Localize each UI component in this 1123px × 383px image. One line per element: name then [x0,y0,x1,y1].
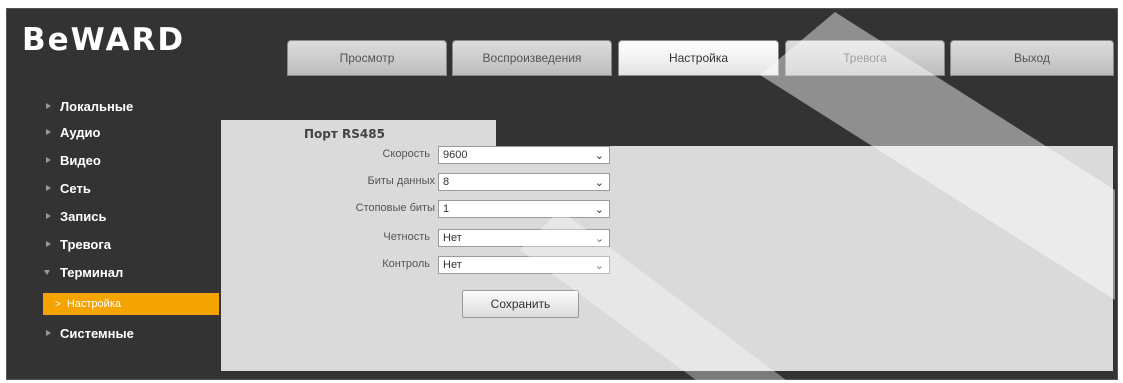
sidebar-item-terminal[interactable]: Терминал [40,258,220,286]
field-label: Стоповые биты [355,202,435,214]
sidebar-item-label: Аудио [60,124,101,140]
field-label: Биты данных [367,175,435,187]
chevron-right-icon [46,129,51,135]
chevron-right-icon [46,157,51,163]
chevron-right-icon [46,213,51,219]
select-value: 1 [443,203,450,215]
field-label: Контроль [382,258,430,270]
sidebar-item-video[interactable]: Видео [40,146,220,174]
sidebar-item-label: Терминал [60,264,124,280]
stop-bits-select[interactable]: 1 ⌄ [438,200,610,218]
sidebar-item-label: Видео [60,152,101,168]
sidebar-item-local[interactable]: Локальные [40,92,220,120]
chevron-down-icon: ⌄ [594,177,604,189]
select-value: 8 [443,176,450,188]
sidebar-item-label: Сеть [60,180,91,196]
flow-control-select[interactable]: Нет ⌄ [438,256,610,274]
sidebar-subitem-label: Настройка [66,298,121,310]
save-button[interactable]: Сохранить [462,290,579,318]
tab-exit[interactable]: Выход [950,40,1114,76]
sidebar-item-audio[interactable]: Аудио [40,118,220,146]
chevron-right-icon [46,185,51,191]
sidebar-item-record[interactable]: Запись [40,202,220,230]
chevron-right-icon [46,103,51,109]
chevron-down-icon: ⌄ [594,150,604,162]
tab-settings[interactable]: Настройка [618,40,779,76]
sidebar-item-network[interactable]: Сеть [40,174,220,202]
sidebar-item-label: Локальные [60,98,134,114]
select-value: 9600 [443,149,468,161]
chevron-right-icon [46,241,51,247]
tab-alarm[interactable]: Тревога [785,40,945,76]
sidebar-item-label: Системные [60,325,134,341]
data-bits-select[interactable]: 8 ⌄ [438,173,610,191]
select-value: Нет [443,259,462,271]
field-label: Четность [383,231,430,243]
tab-view[interactable]: Просмотр [287,40,447,76]
beward-logo: BeWARD [22,22,186,58]
sidebar-item-alarm[interactable]: Тревога [40,230,220,258]
select-value: Нет [443,232,462,244]
chevron-down-icon: ⌄ [594,260,604,272]
sidebar-item-label: Запись [60,208,107,224]
sidebar-item-label: Тревога [60,236,112,252]
sidebar-item-system[interactable]: Системные [40,319,220,347]
tab-rs485-port[interactable]: Порт RS485 [221,120,496,147]
chevron-right-icon [46,330,51,336]
chevron-down-icon: ⌄ [594,233,604,245]
chevron-right-icon: > [55,298,61,310]
tab-playback[interactable]: Воспроизведения [452,40,612,76]
field-label: Скорость [382,148,430,160]
sidebar-subitem-settings[interactable]: > Настройка [43,293,219,315]
chevron-down-icon: ⌄ [594,204,604,216]
parity-select[interactable]: Нет ⌄ [438,229,610,247]
chevron-down-icon [44,270,50,275]
speed-select[interactable]: 9600 ⌄ [438,146,610,164]
